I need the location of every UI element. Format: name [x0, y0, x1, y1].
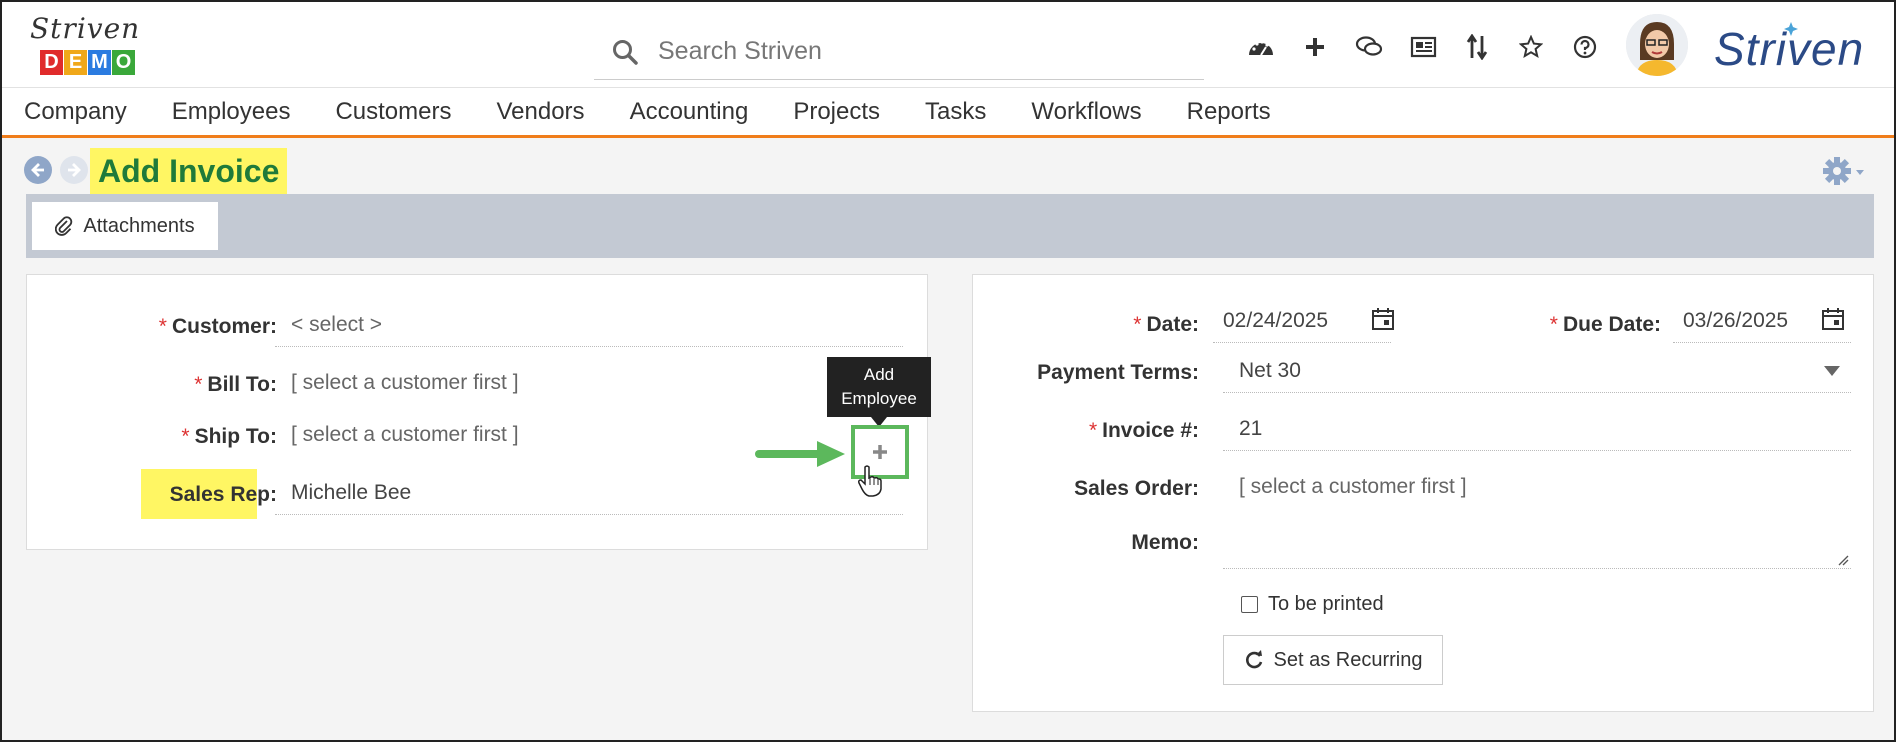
invoice-number-label: * Invoice #:: [1088, 419, 1199, 442]
main-nav: Company Employees Customers Vendors Acco…: [2, 88, 1894, 138]
required-marker: *: [181, 425, 190, 448]
demo-letter-o: O: [112, 50, 135, 75]
chevron-down-icon: [1856, 170, 1864, 175]
nav-company[interactable]: Company: [24, 98, 127, 126]
date-input[interactable]: 02/24/2025: [1213, 299, 1391, 343]
search-input[interactable]: [658, 37, 1178, 66]
to-be-printed-checkbox[interactable]: [1241, 596, 1258, 613]
nav-accounting[interactable]: Accounting: [630, 98, 749, 126]
demo-letter-m: M: [88, 50, 111, 75]
dashboard-icon[interactable]: [1234, 30, 1288, 64]
sales-order-value: [ select a customer first ]: [1239, 475, 1467, 498]
arrow-right-icon: [68, 163, 81, 177]
page-title: Add Invoice: [98, 152, 280, 189]
date-label: * Date:: [1133, 313, 1199, 336]
nav-customers[interactable]: Customers: [335, 98, 451, 126]
forward-button[interactable]: [60, 156, 88, 184]
hand-cursor-icon: [858, 465, 882, 497]
sales-rep-label: Sales Rep:: [169, 483, 277, 506]
calendar-icon[interactable]: [1821, 307, 1845, 331]
attachments-label: Attachments: [83, 214, 195, 237]
invoice-customer-panel: * Customer: < select > * Bill To: [ select…: [26, 274, 931, 550]
search-icon: [613, 39, 638, 65]
resize-handle-icon[interactable]: [1837, 554, 1849, 566]
chat-icon[interactable]: [1342, 30, 1396, 64]
required-marker: *: [1133, 313, 1142, 336]
plus-icon[interactable]: [1288, 30, 1342, 64]
ship-to-value: [ select a customer first ]: [291, 423, 519, 446]
bill-to-value: [ select a customer first ]: [291, 371, 519, 394]
header-toolbar: [1234, 30, 1612, 64]
logo-demo-badge: D E M O: [40, 50, 136, 75]
calendar-icon[interactable]: [1371, 307, 1395, 331]
brand-spark-icon: [1784, 22, 1798, 36]
tooltip-line-1: Add: [863, 365, 895, 384]
plus-icon: [873, 445, 887, 459]
back-button[interactable]: [24, 156, 52, 184]
invoice-number-input[interactable]: 21: [1223, 407, 1851, 451]
customer-label: * Customer:: [158, 315, 277, 338]
sort-icon[interactable]: [1450, 30, 1504, 64]
attachments-button[interactable]: Attachments: [32, 202, 218, 250]
arrow-left-icon: [31, 163, 44, 177]
settings-menu[interactable]: [1822, 154, 1866, 193]
nav-vendors[interactable]: Vendors: [496, 98, 584, 126]
required-marker: *: [1549, 313, 1558, 336]
demo-letter-e: E: [64, 50, 87, 75]
news-icon[interactable]: [1396, 30, 1450, 64]
due-date-label: * Due Date:: [1549, 313, 1661, 336]
add-employee-tooltip: Add Employee: [827, 357, 931, 427]
help-icon[interactable]: [1558, 30, 1612, 64]
customer-select[interactable]: < select >: [275, 303, 903, 347]
memo-textarea[interactable]: [1223, 511, 1851, 569]
required-marker: *: [158, 315, 167, 338]
tooltip-line-2: Employee: [841, 389, 917, 408]
to-be-printed-label[interactable]: To be printed: [1268, 593, 1384, 616]
to-be-printed-row: To be printed: [1241, 593, 1384, 616]
demo-letter-d: D: [40, 50, 63, 75]
required-marker: *: [1088, 419, 1098, 442]
page-title-highlight: Add Invoice: [90, 148, 288, 194]
attachments-bar: Attachments: [26, 194, 1874, 258]
sales-order-label: Sales Order:: [1074, 477, 1199, 500]
user-avatar[interactable]: [1626, 14, 1688, 76]
required-marker: *: [194, 373, 203, 396]
nav-tasks[interactable]: Tasks: [925, 98, 986, 126]
sales-rep-select[interactable]: Michelle Bee: [275, 471, 903, 515]
logo-script-text: Striven: [30, 12, 141, 45]
nav-projects[interactable]: Projects: [793, 98, 880, 126]
gear-icon: [1823, 157, 1864, 185]
nav-workflows[interactable]: Workflows: [1031, 98, 1141, 126]
striven-demo-logo[interactable]: Striven D E M O: [26, 12, 146, 78]
set-as-recurring-button[interactable]: Set as Recurring: [1223, 635, 1443, 685]
memo-label: Memo:: [1131, 531, 1199, 554]
star-icon[interactable]: [1504, 30, 1558, 64]
refresh-icon: [1245, 650, 1262, 669]
nav-employees[interactable]: Employees: [172, 98, 291, 126]
paperclip-icon: [55, 216, 73, 236]
app-header: Striven D E M O Search Striven Striven: [2, 2, 1894, 88]
payment-terms-select[interactable]: Net 30: [1223, 349, 1851, 393]
nav-reports[interactable]: Reports: [1187, 98, 1271, 126]
ship-to-label: * Ship To:: [181, 425, 277, 448]
payment-terms-label: Payment Terms:: [1037, 361, 1199, 384]
callout-arrow-icon: [755, 441, 845, 467]
search-bar: [594, 24, 1204, 80]
recurring-label: Set as Recurring: [1273, 648, 1423, 671]
bill-to-label: * Bill To:: [194, 373, 277, 396]
dropdown-arrow-icon[interactable]: [1823, 365, 1841, 377]
invoice-details-panel: * Date: 02/24/2025 * Due Date: 03/26/2025 …: [972, 274, 1874, 712]
